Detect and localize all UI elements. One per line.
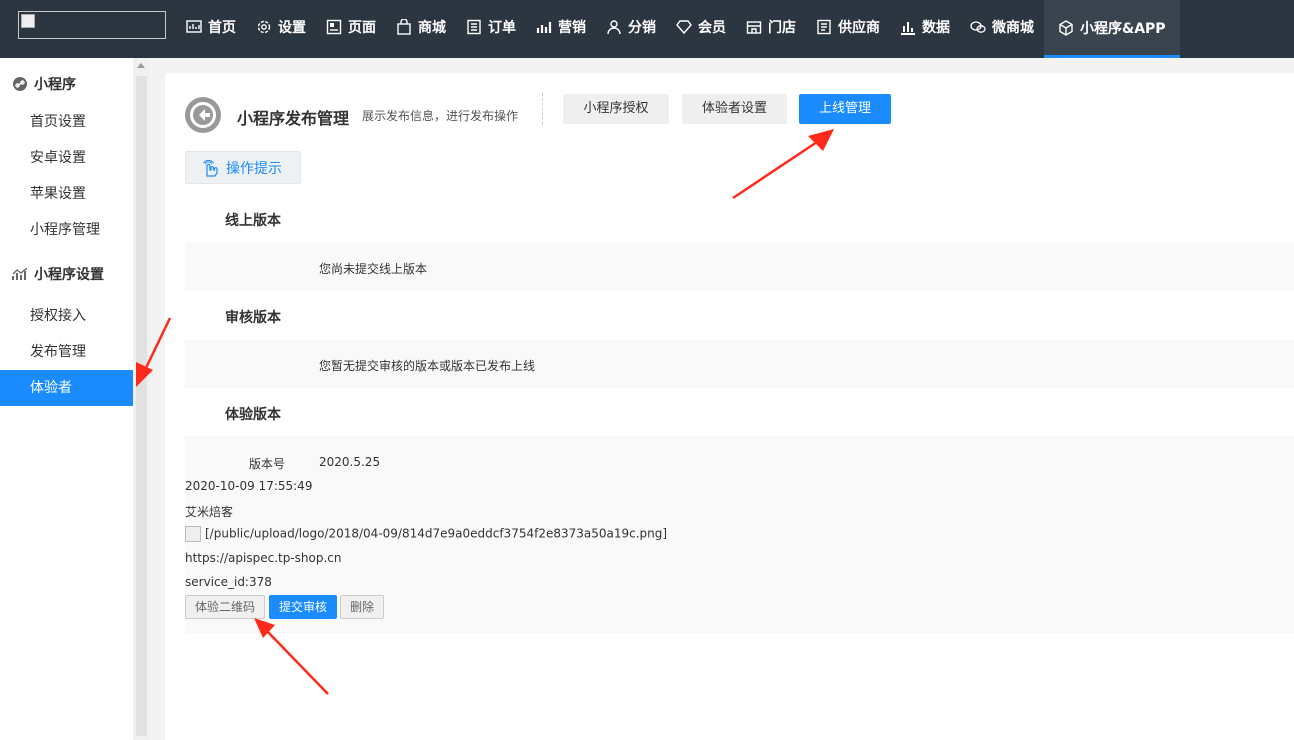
- sidebar-item-testers[interactable]: 体验者: [0, 370, 133, 406]
- nav-label: 门店: [768, 20, 796, 36]
- sidebar-item-home-settings[interactable]: 首页设置: [0, 104, 133, 140]
- sidebar-group-miniprogram-settings: 小程序设置: [0, 254, 133, 294]
- nav-item-orders[interactable]: 订单: [456, 0, 526, 54]
- back-arrow-icon: [190, 102, 216, 128]
- nav-label: 分销: [628, 20, 656, 36]
- nav-item-stores[interactable]: 门店: [736, 0, 806, 54]
- cube-icon: [1059, 19, 1073, 36]
- review-version-message: 您暂无提交审核的版本或版本已发布上线: [319, 359, 536, 373]
- logo-path: [/public/upload/logo/2018/04-09/814d7e9a…: [205, 526, 668, 541]
- nav-item-settings[interactable]: 设置: [246, 0, 316, 54]
- app-logo: [/public/upload/logo/2018/04-09/814d7e9a…: [185, 526, 667, 542]
- trend-icon: [12, 267, 28, 280]
- section-title-online: 线上版本: [225, 213, 281, 229]
- supplier-icon: [817, 19, 831, 35]
- gear-icon: [257, 20, 271, 34]
- sidebar-item-authorization[interactable]: 授权接入: [0, 298, 133, 334]
- operation-tips-button[interactable]: 操作提示: [185, 151, 301, 184]
- tab-online-management[interactable]: 上线管理: [799, 94, 891, 124]
- online-version-panel: 您尚未提交线上版本: [185, 243, 1294, 291]
- header-divider: [542, 93, 543, 125]
- app-url: https://apispec.tp-shop.cn: [185, 551, 342, 565]
- diamond-icon: [676, 20, 692, 35]
- users-icon: [607, 20, 621, 35]
- delete-button[interactable]: 删除: [340, 595, 384, 619]
- nav-item-members[interactable]: 会员: [666, 0, 736, 54]
- marketing-icon: [536, 22, 552, 33]
- online-version-message: 您尚未提交线上版本: [319, 262, 428, 276]
- sidebar-group-miniprogram: 小程序: [0, 64, 133, 104]
- review-version-panel: 您暂无提交审核的版本或版本已发布上线: [185, 340, 1294, 388]
- nav-label: 订单: [488, 20, 516, 36]
- top-navigation-bar: 首页 设置 页面 商城 订单 营销 分销 会员 门店 供应商 数据 微商城 小程…: [0, 0, 1294, 58]
- scroll-track[interactable]: [136, 76, 147, 736]
- sidebar-item-release-management[interactable]: 发布管理: [0, 334, 133, 370]
- nav-label: 微商城: [992, 20, 1034, 36]
- section-title-experience: 体验版本: [225, 407, 281, 423]
- nav-label: 商城: [418, 20, 446, 36]
- experience-qrcode-button[interactable]: 体验二维码: [185, 595, 265, 619]
- sidebar-scrollbar[interactable]: [133, 58, 150, 740]
- hand-pointer-icon: [203, 159, 218, 177]
- nav-label: 小程序&APP: [1080, 20, 1166, 37]
- nav-item-wechat-mall[interactable]: 微商城: [960, 0, 1044, 54]
- chart-icon: [186, 20, 202, 33]
- tip-label: 操作提示: [226, 160, 282, 177]
- page-description: 展示发布信息，进行发布操作: [362, 109, 519, 123]
- service-id: service_id:378: [185, 575, 272, 589]
- nav-item-pages[interactable]: 页面: [316, 0, 386, 54]
- app-name: 艾米焙客: [185, 505, 234, 519]
- sidebar-item-apple-settings[interactable]: 苹果设置: [0, 176, 133, 212]
- nav-label: 数据: [922, 20, 950, 36]
- sidebar-group-label: 小程序设置: [34, 267, 104, 283]
- nav-item-mall[interactable]: 商城: [386, 0, 456, 54]
- nav-label: 设置: [278, 20, 306, 36]
- nav-item-marketing[interactable]: 营销: [526, 0, 596, 54]
- version-time: 2020-10-09 17:55:49: [185, 479, 313, 493]
- sidebar-item-miniprogram-management[interactable]: 小程序管理: [0, 212, 133, 248]
- sidebar-item-android-settings[interactable]: 安卓设置: [0, 140, 133, 176]
- logo-image[interactable]: [18, 11, 166, 39]
- nav-item-miniprogram-app[interactable]: 小程序&APP: [1044, 0, 1180, 58]
- nav-item-suppliers[interactable]: 供应商: [806, 0, 890, 54]
- version-value: 2020.5.25: [319, 455, 381, 469]
- nav-label: 营销: [558, 20, 586, 36]
- wechat-icon: [970, 21, 986, 33]
- broken-image-icon: [185, 526, 201, 542]
- nav-label: 供应商: [838, 20, 880, 36]
- version-label: 版本号: [249, 457, 286, 471]
- link-icon: [13, 77, 27, 91]
- nav-item-home[interactable]: 首页: [176, 0, 246, 54]
- page-title: 小程序发布管理: [237, 109, 350, 128]
- submit-review-button[interactable]: 提交审核: [269, 595, 337, 619]
- order-icon: [467, 19, 481, 35]
- section-title-review: 审核版本: [225, 310, 281, 326]
- nav-label: 会员: [698, 20, 726, 36]
- shopping-bag-icon: [397, 19, 411, 35]
- nav-label: 页面: [348, 20, 376, 36]
- sidebar-group-label: 小程序: [34, 77, 76, 93]
- nav-item-distribution[interactable]: 分销: [596, 0, 666, 54]
- tab-tester-settings[interactable]: 体验者设置: [682, 94, 787, 124]
- broken-image-icon: [21, 14, 35, 28]
- back-button[interactable]: [185, 97, 221, 133]
- nav-label: 首页: [208, 20, 236, 36]
- page-icon: [326, 19, 342, 35]
- main-nav: 首页 设置 页面 商城 订单 营销 分销 会员 门店 供应商 数据 微商城 小程…: [176, 0, 1180, 58]
- scroll-up-icon[interactable]: [137, 63, 145, 68]
- tab-miniprogram-authorization[interactable]: 小程序授权: [563, 94, 669, 124]
- store-icon: [746, 21, 762, 34]
- nav-item-data[interactable]: 数据: [890, 0, 960, 54]
- main-content: 小程序发布管理 展示发布信息，进行发布操作 小程序授权 体验者设置 上线管理 操…: [165, 73, 1294, 740]
- bar-chart-icon: [901, 22, 915, 35]
- sidebar: 小程序 首页设置 安卓设置 苹果设置 小程序管理 小程序设置 授权接入 发布管理…: [0, 58, 133, 740]
